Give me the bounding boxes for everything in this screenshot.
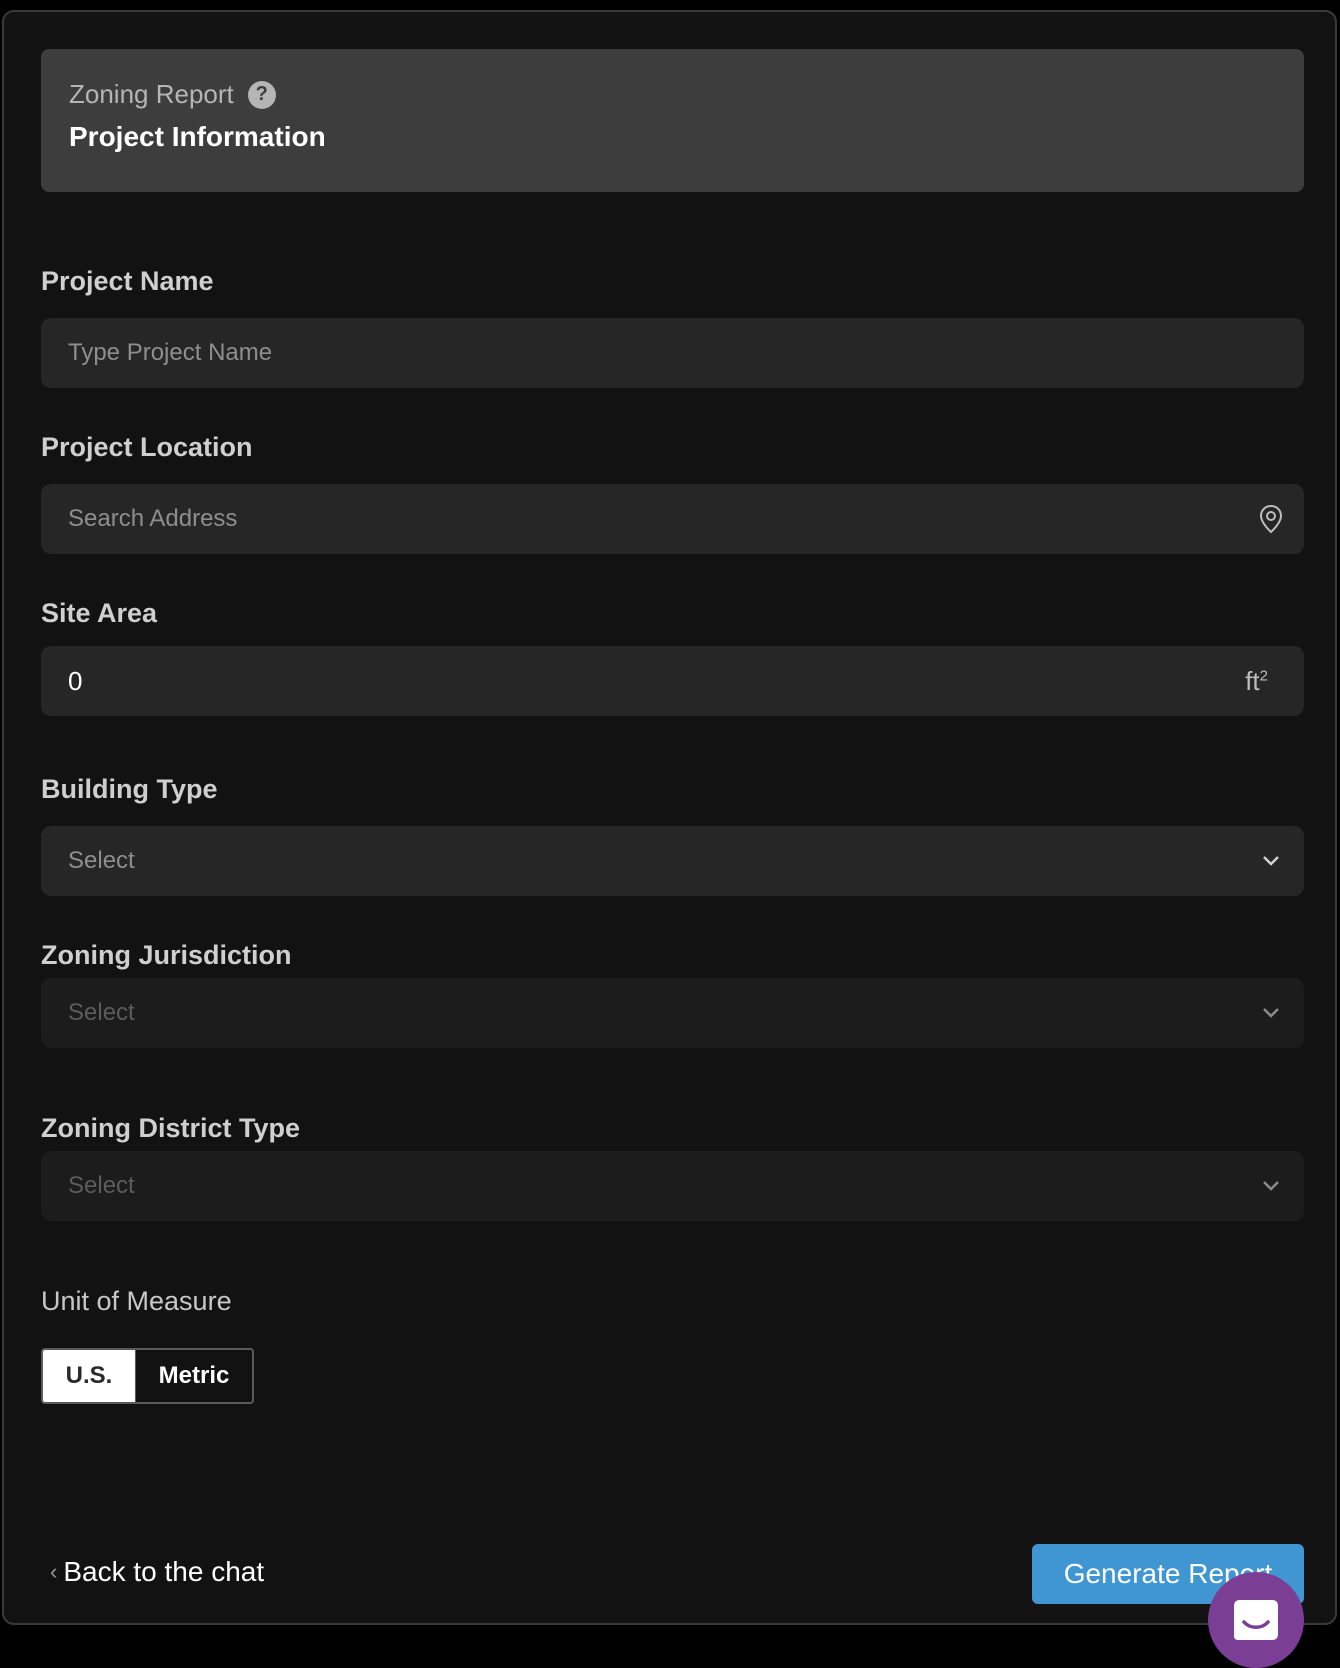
unit-option-metric[interactable]: Metric — [135, 1350, 252, 1402]
unit-option-us[interactable]: U.S. — [43, 1350, 135, 1402]
chat-icon — [1234, 1600, 1278, 1640]
chevron-left-icon: ‹ — [50, 1559, 58, 1584]
zoning-jurisdiction-label: Zoning Jurisdiction — [41, 940, 292, 970]
chevron-down-icon — [1262, 1180, 1280, 1192]
header-subtitle-row: Zoning Report ? — [69, 79, 276, 110]
building-type-select[interactable]: Select — [41, 826, 1304, 896]
site-area-unit-exponent: 2 — [1259, 667, 1268, 685]
zoning-district-type-value: Select — [68, 1172, 135, 1199]
project-name-placeholder: Type Project Name — [68, 339, 273, 366]
zoning-district-type-label: Zoning District Type — [41, 1113, 301, 1143]
project-location-input[interactable]: Search Address — [41, 484, 1304, 554]
header-subtitle: Zoning Report — [69, 79, 234, 109]
unit-of-measure-toggle: U.S. Metric — [41, 1348, 254, 1404]
location-pin-icon[interactable] — [1258, 504, 1284, 534]
header-card: Zoning Report ? Project Information — [41, 49, 1304, 192]
zoning-district-type-select[interactable]: Select — [41, 1151, 1304, 1221]
building-type-value: Select — [68, 847, 135, 874]
site-area-input[interactable]: 0 ft2 — [41, 646, 1304, 716]
back-to-chat-link[interactable]: ‹ Back to the chat — [50, 1556, 264, 1588]
building-type-label: Building Type — [41, 774, 218, 804]
site-area-value: 0 — [68, 665, 83, 696]
zoning-jurisdiction-select[interactable]: Select — [41, 978, 1304, 1048]
project-location-label: Project Location — [41, 432, 253, 462]
back-to-chat-label: Back to the chat — [63, 1556, 265, 1587]
project-name-input[interactable]: Type Project Name — [41, 318, 1304, 388]
zoning-report-panel: Zoning Report ? Project Information Proj… — [2, 10, 1337, 1668]
zoning-jurisdiction-value: Select — [68, 999, 135, 1026]
chevron-down-icon — [1262, 855, 1280, 867]
chat-launcher-button[interactable] — [1208, 1572, 1304, 1668]
page-title: Project Information — [69, 121, 326, 152]
project-name-label: Project Name — [41, 266, 214, 296]
site-area-unit-base: ft — [1245, 666, 1260, 696]
chevron-down-icon — [1262, 1007, 1280, 1019]
site-area-label: Site Area — [41, 598, 158, 628]
help-icon[interactable]: ? — [247, 80, 276, 109]
unit-of-measure-label: Unit of Measure — [41, 1286, 232, 1316]
project-location-placeholder: Search Address — [68, 505, 238, 532]
site-area-unit: ft2 — [1245, 666, 1268, 697]
